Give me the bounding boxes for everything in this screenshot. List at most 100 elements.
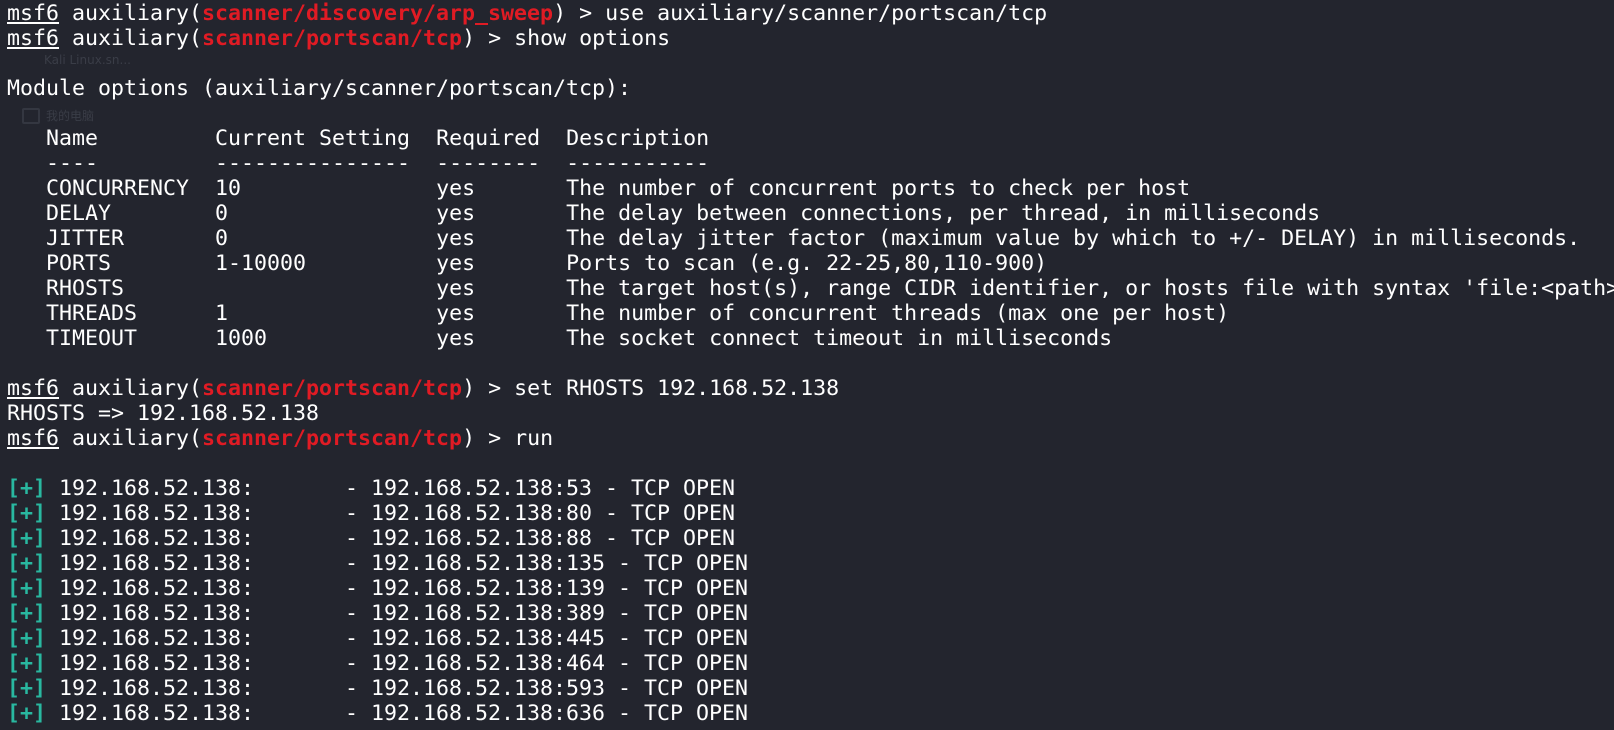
- options-table-row: TIMEOUT 1000 yes The socket connect time…: [7, 326, 1614, 351]
- module-options-title: Module options (auxiliary/scanner/portsc…: [7, 76, 632, 101]
- options-table-row-cell: yes: [436, 176, 476, 201]
- options-table-header-cell: Name: [46, 126, 99, 151]
- options-table-header: Name Current Setting Required Descriptio…: [7, 126, 1614, 151]
- options-table-row-cell: The target host(s), range CIDR identifie…: [566, 276, 1614, 301]
- module-prefix: auxiliary(: [72, 1, 203, 26]
- status-plus-marker: [+]: [7, 601, 47, 626]
- options-table-separator-cell: -----------: [566, 151, 710, 176]
- status-plus-marker: [+]: [7, 676, 47, 701]
- status-plus-marker: [+]: [7, 501, 47, 526]
- options-table-row-cell: yes: [436, 301, 476, 326]
- prompt-line: msf6 auxiliary(scanner/portscan/tcp) > s…: [7, 376, 1614, 401]
- module-prefix: auxiliary(: [72, 426, 203, 451]
- prompt-line: msf6 auxiliary(scanner/portscan/tcp) > r…: [7, 426, 1614, 451]
- command-text: > show options: [475, 26, 671, 51]
- options-table-row-cell: yes: [436, 326, 476, 351]
- status-plus-marker: [+]: [7, 476, 47, 501]
- status-plus-marker: [+]: [7, 576, 47, 601]
- background-ghost-label: 我的电脑: [46, 109, 95, 123]
- options-table-header-cell: Current Setting: [215, 126, 411, 151]
- scan-result-line: [+] 192.168.52.138: - 192.168.52.138:636…: [7, 701, 1614, 726]
- module-name: scanner/portscan/tcp: [202, 26, 463, 51]
- options-table-separator-cell: ----: [46, 151, 99, 176]
- module-name: scanner/discovery/arp_sweep: [202, 1, 554, 26]
- options-table-row-cell: 0: [215, 226, 229, 251]
- options-table-row-cell: CONCURRENCY: [46, 176, 190, 201]
- options-table-row-cell: yes: [436, 251, 476, 276]
- options-table-row-cell: The number of concurrent threads (max on…: [566, 301, 1230, 326]
- prompt-line: msf6 auxiliary(scanner/portscan/tcp) > s…: [7, 26, 1614, 51]
- scan-result-text: 192.168.52.138: - 192.168.52.138:464 - T…: [46, 651, 749, 676]
- command-text: > set RHOSTS 192.168.52.138: [475, 376, 840, 401]
- scan-result-text: 192.168.52.138: - 192.168.52.138:636 - T…: [46, 701, 749, 726]
- options-table-row: JITTER 0 yes The delay jitter factor (ma…: [7, 226, 1614, 251]
- terminal-output: msf6 auxiliary(scanner/discovery/arp_swe…: [7, 1, 1614, 726]
- options-table-row-cell: The number of concurrent ports to check …: [566, 176, 1191, 201]
- prompt-line: msf6 auxiliary(scanner/discovery/arp_swe…: [7, 1, 1614, 26]
- status-plus-marker: [+]: [7, 626, 47, 651]
- module-suffix: ): [462, 26, 476, 51]
- options-table-row: CONCURRENCY 10 yes The number of concurr…: [7, 176, 1614, 201]
- options-table-separator-cell: --------: [436, 151, 541, 176]
- scan-result-line: [+] 192.168.52.138: - 192.168.52.138:593…: [7, 676, 1614, 701]
- options-table-row-cell: JITTER: [46, 226, 125, 251]
- prompt-label: msf6: [7, 26, 60, 51]
- scan-result-text: 192.168.52.138: - 192.168.52.138:135 - T…: [46, 551, 749, 576]
- options-table-row-cell: THREADS: [46, 301, 138, 326]
- module-suffix: ): [462, 426, 476, 451]
- options-table-row-cell: The delay between connections, per threa…: [566, 201, 1321, 226]
- scan-result-line: [+] 192.168.52.138: - 192.168.52.138:53 …: [7, 476, 1614, 501]
- options-table-separator: ---- --------------- -------- ----------…: [7, 151, 1614, 176]
- module-options-header: Module options (auxiliary/scanner/portsc…: [7, 76, 1614, 101]
- options-table-row: RHOSTS yes The target host(s), range CID…: [7, 276, 1614, 301]
- scan-result-text: 192.168.52.138: - 192.168.52.138:445 - T…: [46, 626, 749, 651]
- scan-result-line: [+] 192.168.52.138: - 192.168.52.138:135…: [7, 551, 1614, 576]
- options-table-row-cell: 1: [215, 301, 229, 326]
- module-prefix: auxiliary(: [72, 376, 203, 401]
- module-suffix: ): [462, 376, 476, 401]
- scan-result-text: 192.168.52.138: - 192.168.52.138:389 - T…: [46, 601, 749, 626]
- options-table-row-cell: Ports to scan (e.g. 22-25,80,110-900): [566, 251, 1048, 276]
- rhosts-output: RHOSTS => 192.168.52.138: [7, 401, 320, 426]
- options-table-row-cell: yes: [436, 226, 476, 251]
- scan-result-text: 192.168.52.138: - 192.168.52.138:139 - T…: [46, 576, 749, 601]
- prompt-label: msf6: [7, 376, 60, 401]
- terminal-window[interactable]: Kali Linux.sn... 我的电脑 msf6 auxiliary(sca…: [0, 0, 1614, 730]
- module-suffix: ): [553, 1, 567, 26]
- scan-result-line: [+] 192.168.52.138: - 192.168.52.138:80 …: [7, 501, 1614, 526]
- options-table-header-cell: Description: [566, 126, 710, 151]
- status-plus-marker: [+]: [7, 651, 47, 676]
- options-table-row-cell: TIMEOUT: [46, 326, 138, 351]
- command-text: > use auxiliary/scanner/portscan/tcp: [566, 1, 1048, 26]
- options-table-row: THREADS 1 yes The number of concurrent t…: [7, 301, 1614, 326]
- options-table-row-cell: The socket connect timeout in millisecon…: [566, 326, 1113, 351]
- options-table-row-cell: 1-10000: [215, 251, 307, 276]
- scan-result-line: [+] 192.168.52.138: - 192.168.52.138:88 …: [7, 526, 1614, 551]
- background-ghost-label: Kali Linux.sn...: [44, 53, 131, 67]
- module-name: scanner/portscan/tcp: [202, 426, 463, 451]
- options-table-header-cell: Required: [436, 126, 541, 151]
- scan-result-line: [+] 192.168.52.138: - 192.168.52.138:389…: [7, 601, 1614, 626]
- scan-result-text: 192.168.52.138: - 192.168.52.138:88 - TC…: [46, 526, 736, 551]
- options-table-row-cell: PORTS: [46, 251, 112, 276]
- scan-result-line: [+] 192.168.52.138: - 192.168.52.138:139…: [7, 576, 1614, 601]
- status-plus-marker: [+]: [7, 551, 47, 576]
- options-table-row-cell: DELAY: [46, 201, 112, 226]
- module-name: scanner/portscan/tcp: [202, 376, 463, 401]
- prompt-label: msf6: [7, 1, 60, 26]
- scan-result-line: [+] 192.168.52.138: - 192.168.52.138:445…: [7, 626, 1614, 651]
- module-prefix: auxiliary(: [72, 26, 203, 51]
- scan-result-text: 192.168.52.138: - 192.168.52.138:593 - T…: [46, 676, 749, 701]
- options-table-separator-cell: ---------------: [215, 151, 411, 176]
- prompt-label: msf6: [7, 426, 60, 451]
- options-table-row-cell: yes: [436, 276, 476, 301]
- options-table-row-cell: 10: [215, 176, 242, 201]
- options-table-row: DELAY 0 yes The delay between connection…: [7, 201, 1614, 226]
- background-ghost-monitor-icon: [22, 108, 40, 124]
- scan-result-line: [+] 192.168.52.138: - 192.168.52.138:464…: [7, 651, 1614, 676]
- status-plus-marker: [+]: [7, 701, 47, 726]
